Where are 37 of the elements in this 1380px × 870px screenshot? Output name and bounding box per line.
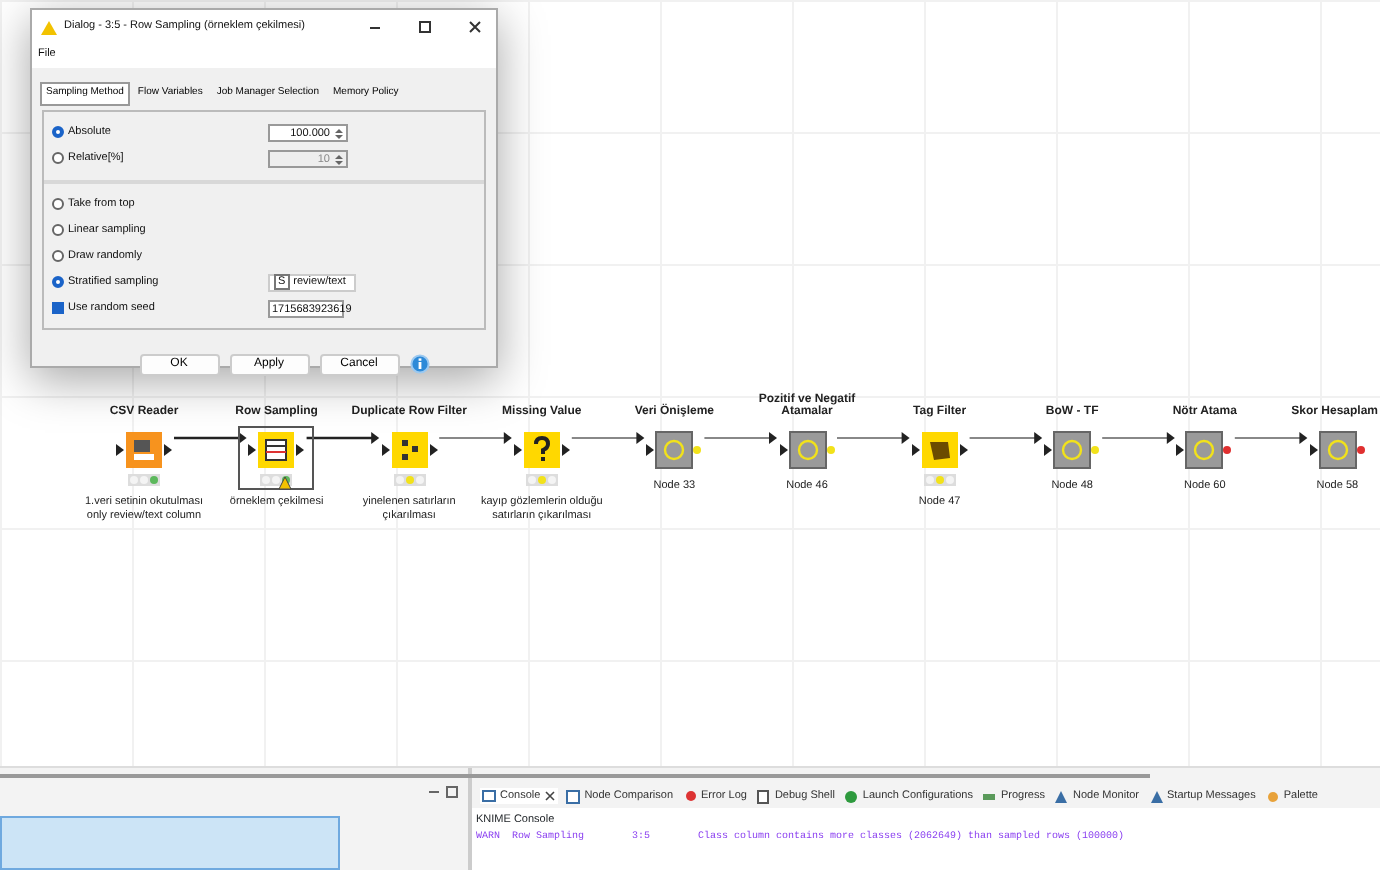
close-icon[interactable] <box>544 790 557 802</box>
node-drawing[interactable] <box>777 430 837 470</box>
warning-icon <box>40 19 58 35</box>
maximize-icon[interactable] <box>415 20 433 34</box>
node-drawing[interactable] <box>511 430 572 470</box>
connection-line <box>570 432 645 444</box>
node-drawing[interactable] <box>909 430 970 470</box>
connection-line <box>438 432 512 444</box>
connection-line <box>703 432 777 444</box>
monitor-icon <box>482 789 496 803</box>
window-icon <box>566 789 581 803</box>
help-icon[interactable] <box>409 354 429 375</box>
node-drawing[interactable] <box>379 430 440 470</box>
connection-line <box>174 432 247 444</box>
close-icon[interactable] <box>465 20 483 34</box>
node-drawing[interactable] <box>1042 430 1103 470</box>
connection-line <box>1233 432 1308 444</box>
node-drawing[interactable] <box>114 430 174 470</box>
node-drawing[interactable] <box>1174 430 1235 470</box>
node-drawing[interactable] <box>1307 430 1368 470</box>
radio-button[interactable] <box>52 224 64 237</box>
play-icon <box>844 789 859 803</box>
triangle-icon <box>1054 789 1069 803</box>
radio-button[interactable] <box>52 126 64 139</box>
triangle-icon <box>1149 789 1164 803</box>
checkbox[interactable] <box>52 302 64 315</box>
selection-frame[interactable] <box>238 426 315 490</box>
connection-line <box>968 432 1043 444</box>
radio-button[interactable] <box>52 250 64 263</box>
document-icon <box>756 789 771 803</box>
node-drawing[interactable] <box>644 430 705 470</box>
connection-line <box>306 432 380 444</box>
radio-button[interactable] <box>52 198 64 211</box>
node-drawing[interactable] <box>246 430 307 470</box>
connection-line <box>1101 432 1175 444</box>
connection-line <box>836 432 910 444</box>
radio-button[interactable] <box>52 276 64 289</box>
